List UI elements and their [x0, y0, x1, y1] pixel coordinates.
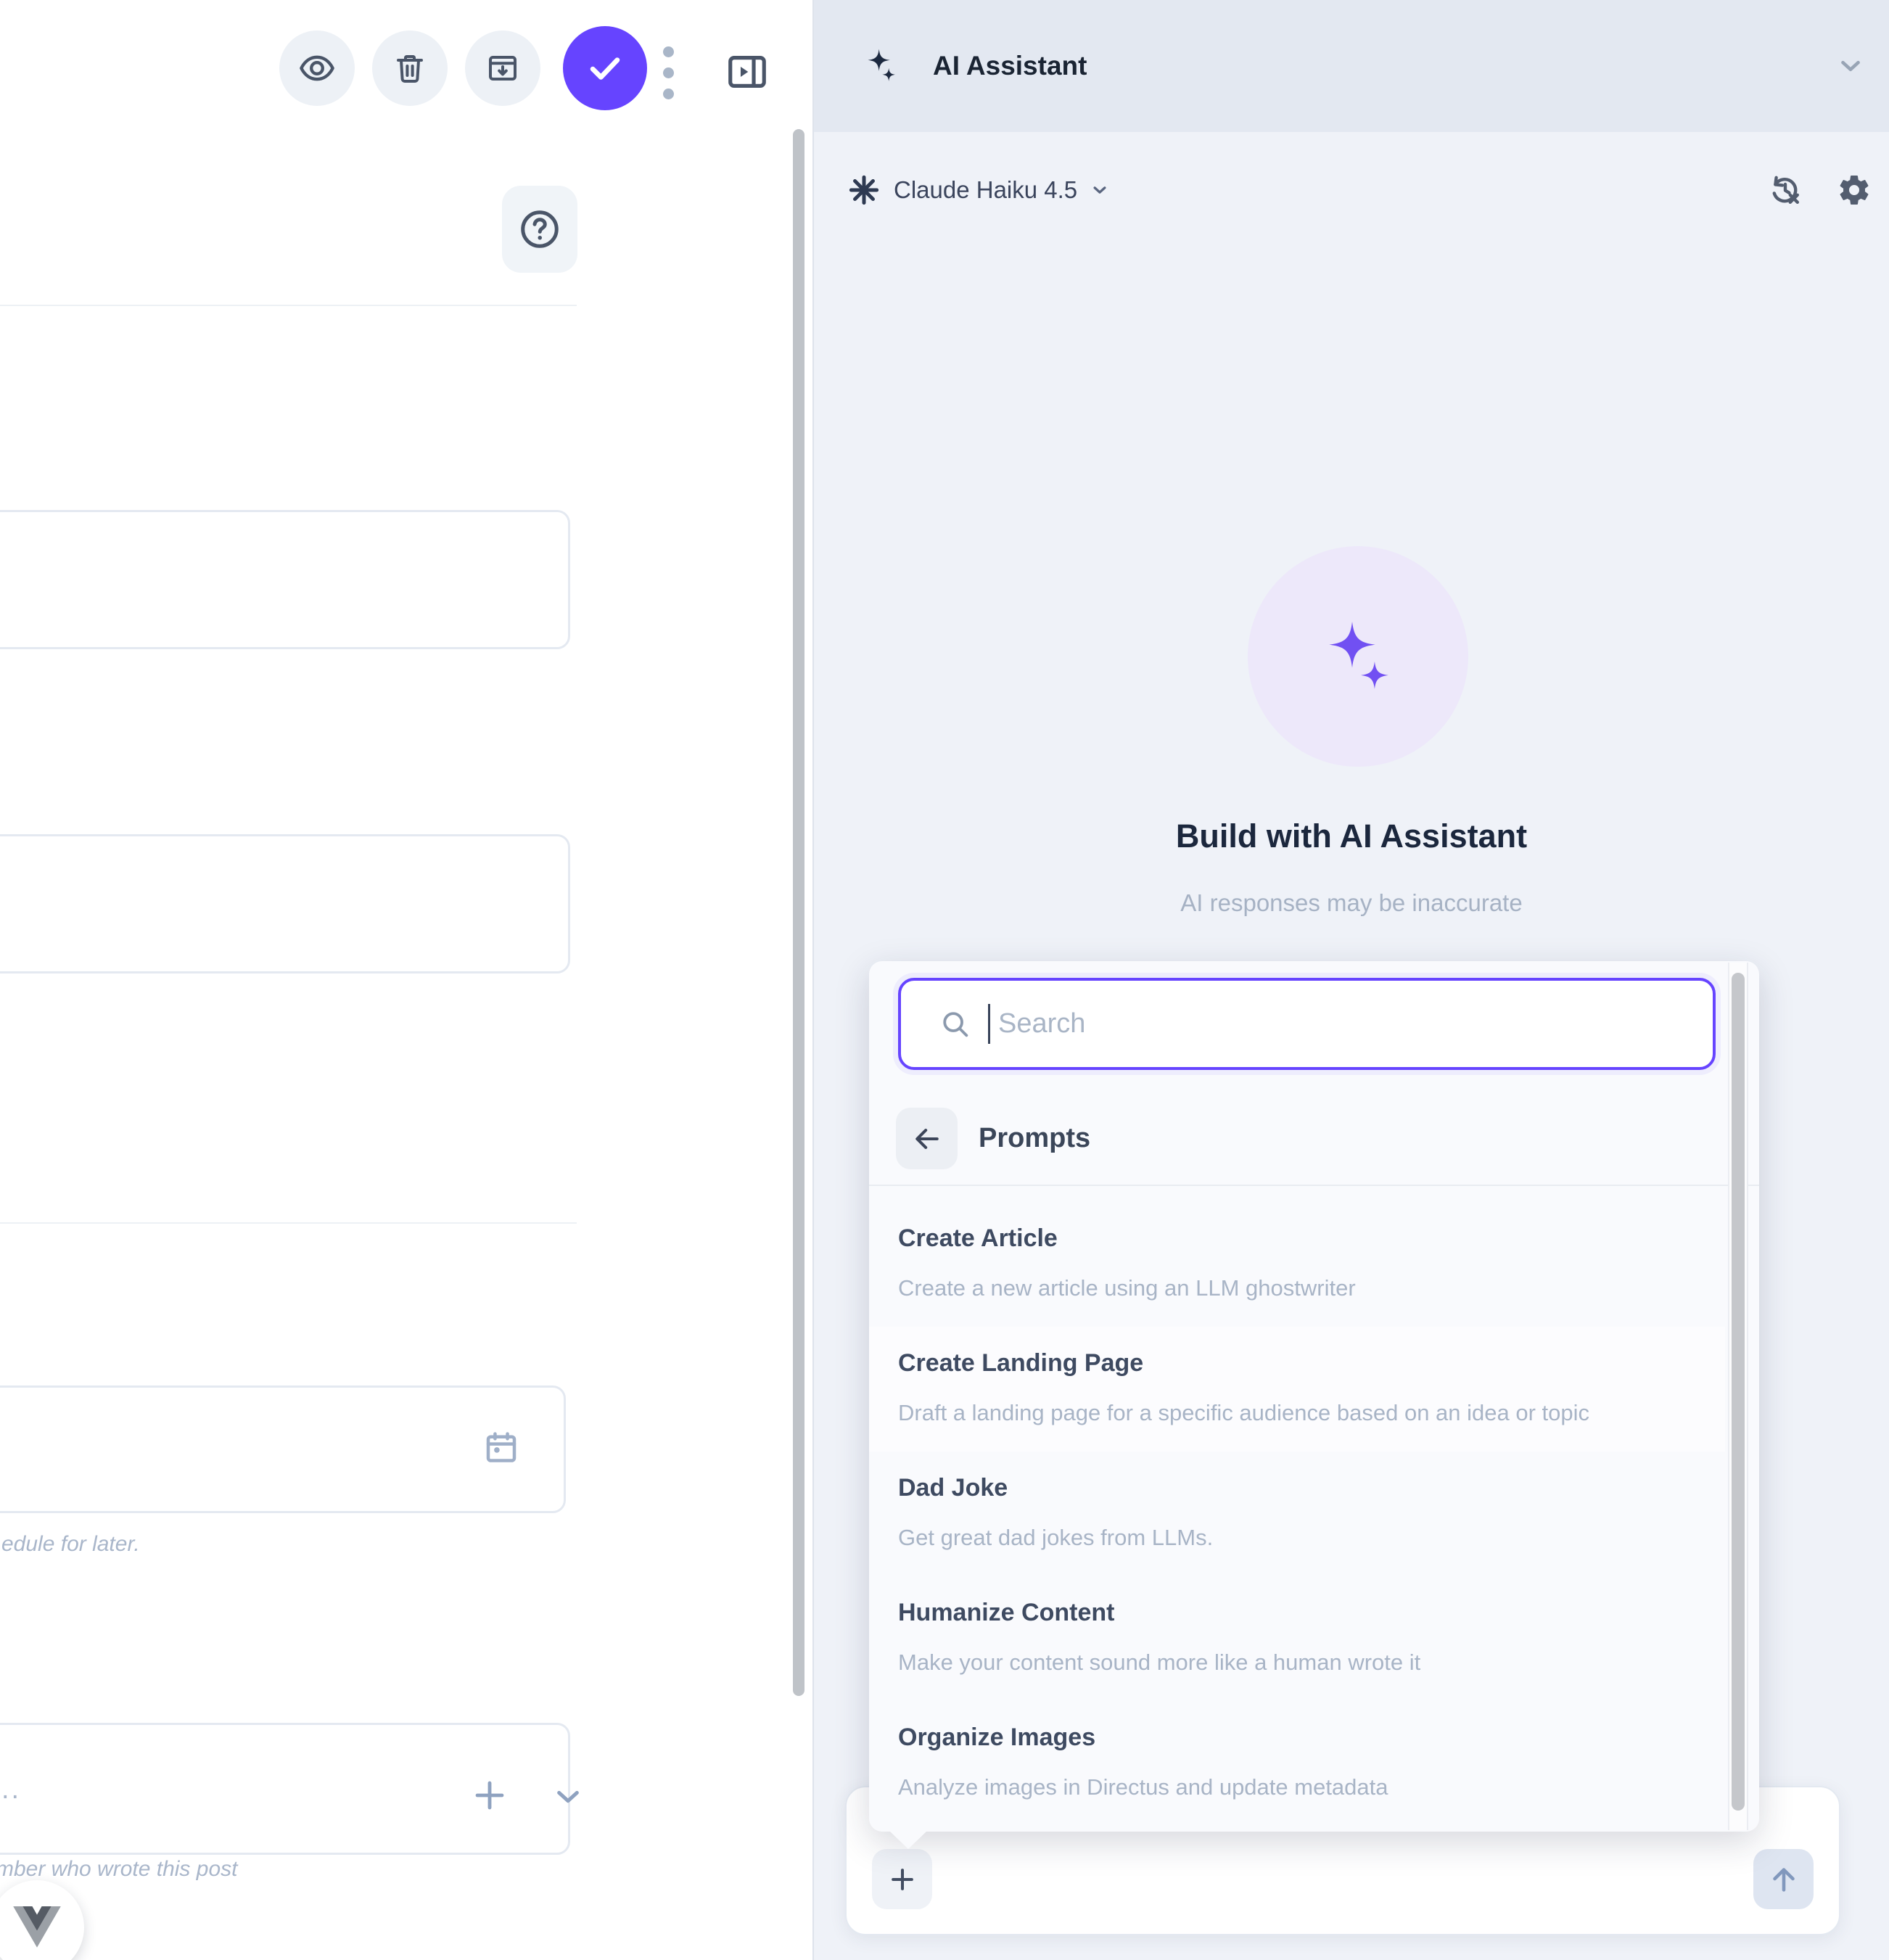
ai-assistant-header[interactable]: AI Assistant — [814, 0, 1889, 132]
prompt-item[interactable]: Create Article Create a new article usin… — [869, 1202, 1725, 1327]
author-hint-text: mber who wrote this post — [0, 1857, 237, 1882]
archive-button[interactable] — [465, 30, 540, 106]
send-button[interactable] — [1753, 1849, 1814, 1909]
prompt-title: Organize Images — [898, 1723, 1696, 1752]
kebab-menu-icon — [663, 46, 674, 57]
prompt-item[interactable]: Create Landing Page Draft a landing page… — [869, 1327, 1725, 1452]
clear-history-icon[interactable] — [1768, 173, 1803, 207]
popup-scrollbar-thumb[interactable] — [1732, 973, 1745, 1811]
model-bar: Claude Haiku 4.5 — [814, 132, 1889, 248]
preview-eye-icon — [298, 49, 336, 87]
text-caret — [988, 1004, 990, 1044]
save-check-icon — [585, 49, 625, 88]
calendar-icon[interactable] — [482, 1426, 521, 1470]
app-window: edule for later. .. mber who wrote this … — [0, 0, 1889, 1960]
prompt-title: Create Landing Page — [898, 1348, 1696, 1378]
sparkles-icon — [860, 46, 901, 86]
arrow-left-icon — [911, 1123, 943, 1155]
save-button[interactable] — [563, 26, 647, 110]
prompts-popup: Prompts Create Article Create a new arti… — [869, 961, 1759, 1832]
publish-date-field[interactable] — [0, 1385, 566, 1513]
prompt-description: Get great dad jokes from LLMs. — [898, 1520, 1623, 1555]
prompts-section-header: Prompts — [896, 1108, 1090, 1169]
back-button[interactable] — [896, 1108, 958, 1169]
prompt-description: Analyze images in Directus and update me… — [898, 1770, 1623, 1804]
author-field-value: .. — [1, 1774, 21, 1805]
section-title: Prompts — [979, 1123, 1090, 1154]
plus-icon — [886, 1864, 918, 1895]
archive-icon — [485, 51, 520, 86]
editor-panel: edule for later. .. mber who wrote this … — [0, 0, 807, 1960]
preview-button[interactable] — [279, 30, 355, 106]
section-divider — [0, 305, 577, 306]
prompt-title: Create Article — [898, 1224, 1696, 1253]
sparkles-icon — [1312, 610, 1404, 703]
schedule-hint-text: edule for later. — [1, 1532, 140, 1557]
add-icon[interactable] — [469, 1774, 511, 1816]
chevron-down-icon[interactable] — [1089, 179, 1111, 201]
prompt-item[interactable]: Organize Images Analyze images in Direct… — [869, 1701, 1725, 1826]
prompt-description: Create a new article using an LLM ghostw… — [898, 1271, 1623, 1305]
anthropic-icon — [847, 173, 881, 207]
slug-field[interactable] — [0, 834, 570, 973]
prompt-description: Draft a landing page for a specific audi… — [898, 1396, 1623, 1430]
v-logo — [0, 1880, 84, 1960]
delete-button[interactable] — [372, 30, 448, 106]
sidebar-toggle-button[interactable] — [725, 49, 770, 94]
prompt-title: Dad Joke — [898, 1473, 1696, 1502]
prompt-description: Make your content sound more like a huma… — [898, 1645, 1623, 1679]
ai-empty-state-graphic — [1248, 546, 1468, 767]
prompt-item[interactable]: Dad Joke Get great dad jokes from LLMs. — [869, 1452, 1725, 1576]
arrow-up-icon — [1767, 1863, 1800, 1896]
section-divider — [0, 1222, 577, 1224]
popup-tail — [889, 1830, 928, 1849]
help-button[interactable] — [502, 186, 577, 273]
editor-scrollbar[interactable] — [793, 129, 804, 1696]
title-field[interactable] — [0, 510, 570, 649]
attach-button[interactable] — [872, 1849, 932, 1909]
panel-title: AI Assistant — [933, 51, 1087, 81]
settings-gear-icon[interactable] — [1837, 173, 1872, 207]
more-options-button[interactable] — [663, 46, 674, 99]
delete-trash-icon — [392, 51, 427, 86]
prompt-list: Create Article Create a new article usin… — [869, 1185, 1725, 1826]
empty-state-title: Build with AI Assistant — [814, 818, 1889, 855]
sidebar-toggle-icon — [725, 49, 770, 94]
prompt-title: Humanize Content — [898, 1598, 1696, 1627]
search-input[interactable] — [898, 978, 1716, 1070]
empty-state-subtitle: AI responses may be inaccurate — [814, 889, 1889, 917]
prompt-item[interactable]: Humanize Content Make your content sound… — [869, 1576, 1725, 1701]
chevron-down-icon[interactable] — [548, 1777, 588, 1816]
chevron-down-icon[interactable] — [1834, 49, 1867, 83]
model-selector[interactable]: Claude Haiku 4.5 — [894, 176, 1077, 204]
help-circle-icon — [518, 207, 561, 251]
